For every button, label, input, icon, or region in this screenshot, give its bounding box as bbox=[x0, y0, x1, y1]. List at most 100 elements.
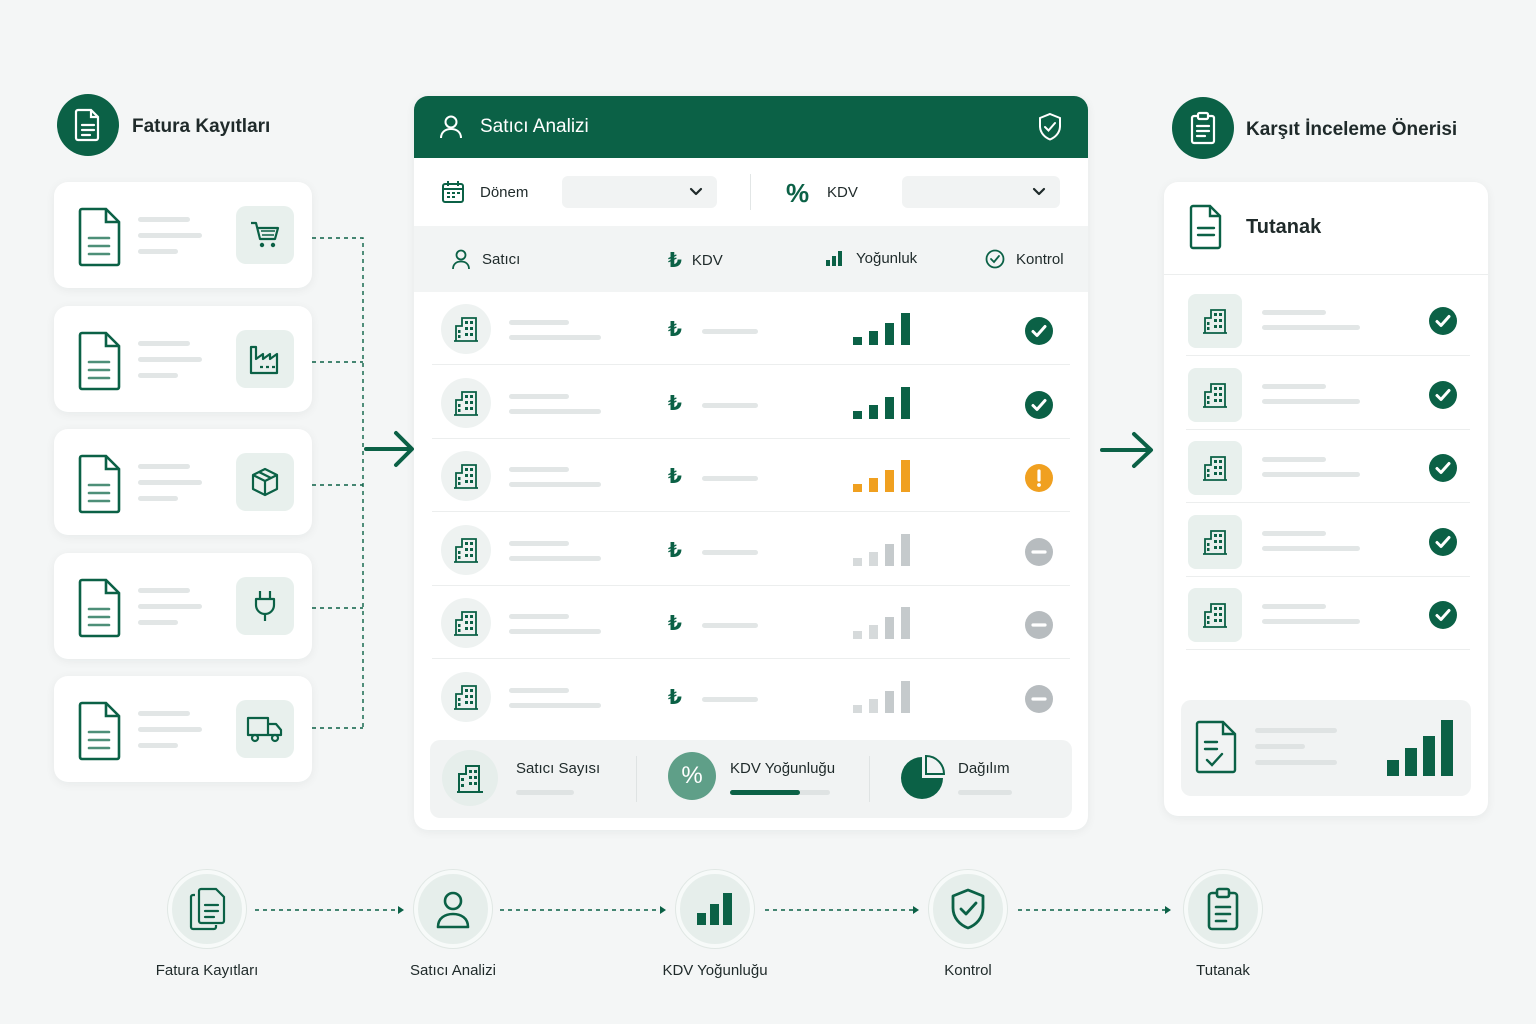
invoice-records-title: Fatura Kayıtları bbox=[132, 116, 271, 137]
percent-icon: % bbox=[668, 752, 716, 800]
table-row[interactable]: ₺ bbox=[432, 439, 1070, 512]
vat-select[interactable] bbox=[902, 176, 1060, 208]
flow-step-label: Satıcı Analizi bbox=[410, 962, 496, 979]
table-row[interactable]: ₺ bbox=[432, 513, 1070, 586]
placeholder-line bbox=[1262, 472, 1360, 477]
column-intensity-label: Yoğunluk bbox=[856, 249, 918, 267]
flow-step-label: Kontrol bbox=[944, 962, 992, 979]
seller-analysis-title: Satıcı Analizi bbox=[480, 116, 589, 137]
percent-icon: % bbox=[786, 178, 810, 208]
report-row[interactable] bbox=[1186, 577, 1470, 650]
user-icon bbox=[440, 115, 462, 139]
placeholder-line bbox=[509, 629, 601, 634]
status-indicator[interactable] bbox=[1024, 316, 1054, 351]
placeholder-lines bbox=[138, 464, 202, 512]
placeholder-line bbox=[1255, 728, 1337, 733]
table-row[interactable]: ₺ bbox=[432, 660, 1070, 733]
summary-distribution-placeholder bbox=[958, 790, 1012, 795]
placeholder-line bbox=[509, 555, 601, 561]
column-control[interactable]: Kontrol bbox=[984, 248, 1064, 270]
report-row[interactable] bbox=[1186, 430, 1470, 503]
column-control-label: Kontrol bbox=[1016, 250, 1064, 268]
placeholder-line bbox=[1255, 744, 1305, 749]
intensity-bars bbox=[853, 460, 910, 492]
cross-review-header-icon bbox=[1172, 97, 1234, 159]
status-indicator[interactable] bbox=[1024, 463, 1054, 498]
user-icon bbox=[452, 249, 470, 270]
report-row[interactable] bbox=[1186, 283, 1470, 356]
bar-chart-icon bbox=[1387, 720, 1453, 776]
lira-icon: ₺ bbox=[668, 539, 682, 562]
status-indicator[interactable] bbox=[1024, 684, 1054, 719]
placeholder-line bbox=[1255, 760, 1337, 765]
intensity-bars bbox=[853, 386, 910, 419]
table-row[interactable]: ₺ bbox=[432, 366, 1070, 439]
table-row[interactable]: ₺ bbox=[432, 292, 1070, 365]
placeholder-lines bbox=[138, 340, 202, 389]
summary-vat-intensity-label: KDV Yoğunluğu bbox=[730, 760, 836, 777]
column-vat-label: KDV bbox=[691, 252, 723, 269]
cart-icon bbox=[236, 206, 294, 264]
document-icon bbox=[76, 331, 122, 396]
plug-icon bbox=[236, 576, 294, 635]
summary-bar: Satıcı Sayısı % KDV Yoğunluğu Dağılım bbox=[430, 740, 1072, 818]
invoice-card[interactable] bbox=[54, 676, 312, 782]
lira-icon: ₺ bbox=[668, 466, 682, 488]
summary-vat-intensity-track bbox=[730, 790, 830, 795]
period-select[interactable] bbox=[562, 176, 717, 208]
intensity-bars bbox=[853, 680, 910, 713]
column-vat[interactable]: ₺ KDV bbox=[668, 248, 723, 273]
column-seller[interactable]: Satıcı bbox=[450, 248, 520, 270]
invoice-card[interactable] bbox=[54, 182, 312, 288]
building-icon bbox=[441, 377, 491, 428]
filter-divider bbox=[750, 174, 751, 210]
invoice-connector-lines bbox=[312, 237, 414, 729]
invoice-card[interactable] bbox=[54, 429, 312, 535]
building-icon bbox=[441, 671, 491, 722]
lira-icon: ₺ bbox=[668, 613, 682, 635]
intensity-bars bbox=[853, 533, 910, 566]
building-icon bbox=[441, 451, 491, 501]
document-icon bbox=[76, 701, 122, 766]
placeholder-line bbox=[702, 549, 758, 555]
summary-divider bbox=[636, 756, 637, 802]
placeholder-line bbox=[1262, 604, 1326, 609]
building-icon bbox=[441, 598, 491, 648]
placeholder-line bbox=[702, 696, 758, 702]
minus-circle-icon bbox=[1025, 537, 1053, 566]
report-row[interactable] bbox=[1186, 357, 1470, 430]
placeholder-line bbox=[1262, 383, 1326, 389]
invoice-card[interactable] bbox=[54, 305, 312, 412]
chevron-down-icon bbox=[1032, 187, 1046, 196]
placeholder-line bbox=[702, 623, 758, 628]
placeholder-line bbox=[509, 320, 569, 325]
building-icon bbox=[1188, 588, 1242, 642]
document-icon bbox=[76, 207, 122, 272]
intensity-indicator bbox=[853, 679, 913, 720]
intensity-indicator bbox=[853, 385, 913, 426]
status-indicator bbox=[1428, 600, 1458, 635]
building-icon bbox=[1188, 294, 1242, 348]
chevron-down-icon bbox=[689, 187, 703, 196]
status-indicator[interactable] bbox=[1024, 390, 1054, 425]
building-icon bbox=[1188, 367, 1242, 422]
document-icon bbox=[76, 578, 122, 643]
status-indicator[interactable] bbox=[1024, 610, 1054, 645]
intensity-indicator bbox=[853, 458, 913, 499]
placeholder-lines bbox=[138, 217, 202, 265]
vat-label: KDV bbox=[827, 184, 858, 201]
summary-divider bbox=[869, 756, 870, 802]
placeholder-line bbox=[509, 408, 601, 414]
flow-step-label: KDV Yoğunluğu bbox=[662, 962, 768, 979]
box-icon bbox=[236, 453, 294, 511]
arrow-right-icon bbox=[364, 431, 414, 467]
report-row[interactable] bbox=[1186, 504, 1470, 577]
status-indicator bbox=[1428, 306, 1458, 341]
lira-icon: ₺ bbox=[668, 392, 682, 415]
invoice-card[interactable] bbox=[54, 552, 312, 659]
placeholder-line bbox=[509, 614, 569, 619]
column-intensity[interactable]: Yoğunluk bbox=[824, 248, 917, 268]
column-seller-label: Satıcı bbox=[482, 250, 521, 268]
table-row[interactable]: ₺ bbox=[432, 586, 1070, 659]
status-indicator[interactable] bbox=[1024, 537, 1054, 572]
